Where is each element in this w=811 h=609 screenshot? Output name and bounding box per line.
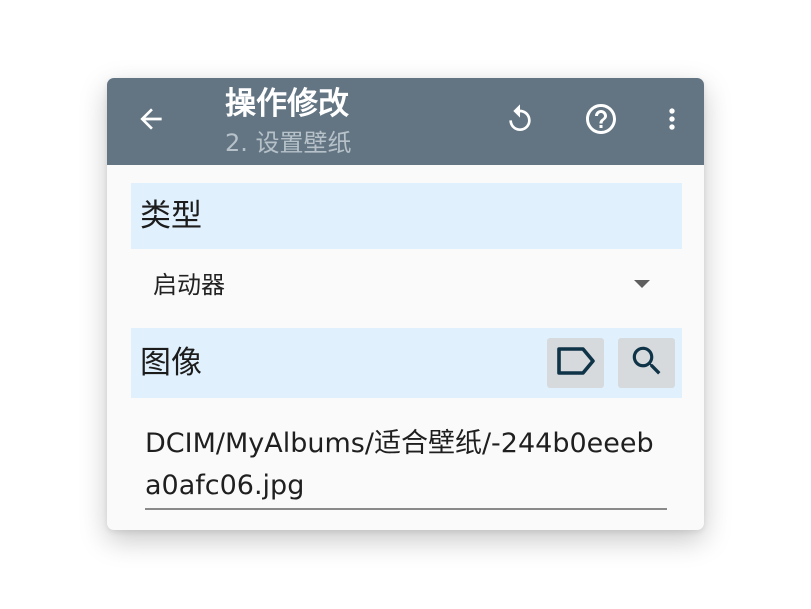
- type-section-label: 类型: [140, 198, 202, 234]
- edit-action-dialog: 操作修改 2. 设置壁纸 类型 启动器 图像 DCIM/MyAlbums/适合壁…: [107, 78, 704, 530]
- help-circle-icon: [583, 101, 619, 137]
- reset-button[interactable]: [498, 97, 542, 141]
- variable-tag-button[interactable]: [547, 338, 604, 388]
- toolbar: 操作修改 2. 设置壁纸: [107, 78, 704, 165]
- dropdown-arrow-icon: [634, 280, 650, 288]
- type-dropdown[interactable]: 启动器: [131, 250, 682, 322]
- search-icon: [628, 342, 666, 384]
- label-tag-icon: [555, 345, 597, 381]
- arrow-back-icon: [135, 103, 167, 135]
- back-button[interactable]: [129, 97, 173, 141]
- more-vertical-icon: [656, 103, 688, 135]
- type-section-header: 类型: [131, 183, 682, 249]
- browse-search-button[interactable]: [618, 338, 675, 388]
- help-button[interactable]: [579, 97, 623, 141]
- more-options-button[interactable]: [650, 97, 694, 141]
- image-section-header: 图像: [131, 328, 682, 398]
- dialog-title: 操作修改: [225, 86, 349, 122]
- dialog-subtitle: 2. 设置壁纸: [225, 129, 352, 157]
- image-section-label: 图像: [140, 345, 202, 381]
- type-dropdown-value: 启动器: [153, 271, 225, 299]
- image-path-field[interactable]: DCIM/MyAlbums/适合壁纸/-244b0eeeba0afc06.jpg: [145, 423, 667, 510]
- undo-icon: [504, 103, 536, 135]
